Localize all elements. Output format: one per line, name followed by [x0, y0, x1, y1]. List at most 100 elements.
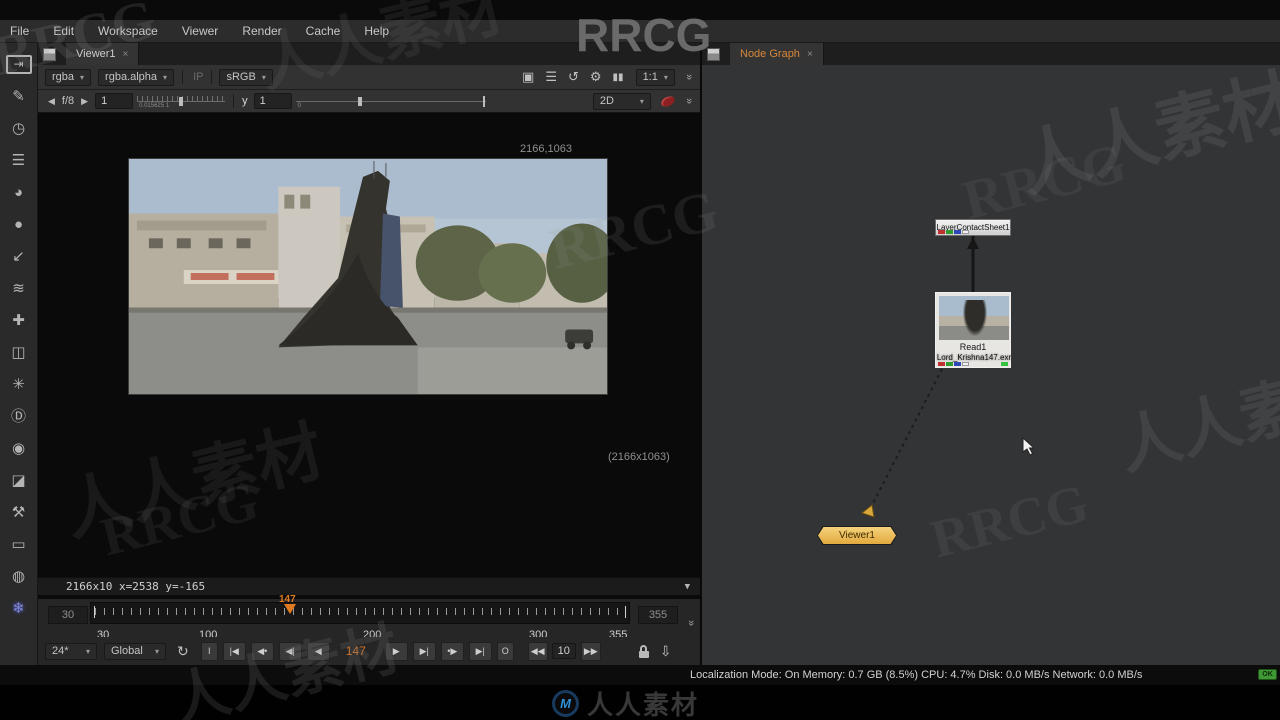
tab-node-graph[interactable]: Node Graph × [730, 43, 824, 65]
collapse-chevron-icon[interactable]: » [683, 74, 695, 80]
image-read-icon[interactable]: ⇥ [5, 55, 32, 74]
tab-viewer1[interactable]: Viewer1 × [66, 43, 140, 65]
merge-icon[interactable]: ≋ [6, 279, 32, 298]
node-label: Viewer1 [839, 530, 875, 541]
pane-menu-icon[interactable] [43, 47, 56, 61]
gamma-input[interactable]: 1 [253, 93, 292, 109]
channels-dropdown[interactable]: rgba ▾ [45, 68, 92, 86]
chevron-down-icon: ▾ [261, 72, 266, 82]
play-forward-button[interactable]: ▶ [384, 641, 408, 661]
views-icon[interactable]: ◉ [6, 439, 32, 458]
viewer-toolbar-top: rgba ▾ rgba.alpha ▾ IP sRGB ▾ ▣ ☰ ↺ ⚙ ▮▮ [38, 65, 700, 90]
step-forward-button[interactable]: ▶| [412, 641, 436, 661]
gamma-slider-handle[interactable] [357, 97, 362, 106]
alpha-channel-dropdown[interactable]: rgba.alpha ▾ [98, 68, 175, 86]
frame-increment-button[interactable]: ▶▶ [580, 641, 601, 661]
range-dropdown[interactable]: Global ▾ [104, 642, 166, 660]
keyer-icon[interactable]: ↙ [6, 247, 32, 266]
deep-icon[interactable]: Ⓓ [6, 407, 32, 426]
fps-dropdown[interactable]: 24* ▾ [45, 642, 97, 660]
zoom-level-dropdown[interactable]: 1:1 ▾ [635, 68, 675, 86]
menu-cache[interactable]: Cache [306, 24, 341, 38]
color-icon[interactable]: ◕ [6, 183, 32, 202]
viewer-toolbar-exposure: ◀ f/8 ▶ 1 0.015625 1 y 1 0 2D ▾ » [38, 90, 700, 113]
roi-icon[interactable] [659, 93, 677, 109]
view-mode-dropdown[interactable]: 2D ▾ [592, 92, 651, 110]
gain-slider-handle[interactable] [179, 97, 184, 106]
ruler-ticks [95, 608, 625, 615]
frame-increment-field[interactable]: 10 [551, 643, 576, 659]
close-icon[interactable]: × [123, 49, 129, 60]
chip-cached [1001, 362, 1008, 366]
play-backward-button[interactable]: ◀ [306, 641, 330, 661]
refresh-icon[interactable]: ↺ [568, 69, 579, 85]
lock-range-icon[interactable] [638, 644, 649, 658]
menu-help[interactable]: Help [364, 24, 389, 38]
pane-menu-icon[interactable] [707, 47, 720, 61]
channel-icon[interactable]: ☰ [6, 151, 32, 170]
playhead-marker[interactable] [284, 604, 296, 614]
colorspace-dropdown[interactable]: sRGB ▾ [219, 68, 273, 86]
menu-edit[interactable]: Edit [53, 24, 74, 38]
node-read1[interactable]: Read1 Lord_Krishna147.exr [935, 292, 1011, 368]
node-viewer1[interactable]: Viewer1 [817, 526, 897, 545]
monitor-out-icon[interactable]: ▣ [522, 69, 534, 85]
other-icon[interactable]: ▭ [6, 535, 32, 554]
layout-rows-icon[interactable]: ☰ [545, 69, 557, 85]
loop-mode-icon[interactable]: ↻ [177, 643, 189, 660]
timeline-chevron-icon[interactable]: » [685, 620, 697, 626]
zoom-level-value: 1:1 [642, 71, 658, 83]
fps-value: 24* [52, 645, 69, 657]
pause-icon[interactable]: ▮▮ [613, 72, 624, 83]
fstop-prev-icon[interactable]: ◀ [48, 96, 55, 107]
alpha-value: rgba.alpha [105, 71, 158, 83]
info-dropdown-icon[interactable]: ▼ [685, 582, 690, 592]
particles-icon[interactable]: ✳ [6, 375, 32, 394]
furnace-icon[interactable]: ◍ [6, 567, 32, 586]
3d-icon[interactable]: ◫ [6, 343, 32, 362]
menu-file[interactable]: File [10, 24, 29, 38]
viewer-viewport[interactable]: 2166,1063 (2166x1063) [38, 113, 700, 623]
fstop-label[interactable]: f/8 [62, 95, 74, 107]
filter-icon[interactable]: ● [6, 215, 32, 234]
timeline-out-field[interactable]: 355 [638, 606, 678, 624]
metadata-icon[interactable]: ◪ [6, 471, 32, 490]
close-icon[interactable]: × [807, 49, 813, 60]
chip-red [938, 362, 945, 366]
transform-icon[interactable]: ✚ [6, 311, 32, 330]
next-keyframe-button[interactable]: •▶ [440, 641, 464, 661]
node-layercontactsheet[interactable]: LayerContactSheet1 [935, 219, 1011, 236]
pixel-info-text: 2166x10 x=2538 y=-165 [66, 580, 206, 593]
tab-node-graph-label: Node Graph [740, 48, 800, 60]
settings-gear-icon[interactable]: ⚙ [590, 69, 602, 85]
node-label: Read1 [959, 342, 987, 352]
goto-end-button[interactable]: ▶| [468, 641, 492, 661]
node-graph-canvas[interactable]: LayerContactSheet1 Read1 Lord_Krishna147… [702, 65, 1280, 665]
goto-start-button[interactable]: |◀ [222, 641, 246, 661]
menu-workspace[interactable]: Workspace [98, 24, 158, 38]
nuke-plugin-logo-icon[interactable]: ❄ [6, 599, 32, 618]
menu-viewer[interactable]: Viewer [182, 24, 218, 38]
step-back-button[interactable]: ◀| [278, 641, 302, 661]
collapse-chevron-icon[interactable]: » [683, 98, 695, 104]
draw-icon[interactable]: ✎ [6, 87, 32, 106]
prev-keyframe-button[interactable]: ◀• [250, 641, 274, 661]
set-in-button[interactable]: I [200, 641, 218, 661]
gain-input[interactable]: 1 [95, 93, 134, 109]
set-out-button[interactable]: O [496, 641, 514, 661]
toolsets-icon[interactable]: ⚒ [6, 503, 32, 522]
chevron-down-icon: ▾ [163, 72, 168, 82]
fstop-next-icon[interactable]: ▶ [81, 96, 88, 107]
frame-decrement-button[interactable]: ◀◀ [527, 641, 548, 661]
node-graph-pane: Node Graph × LayerContactSheet1 Read1 Lo… [702, 43, 1280, 665]
menu-render[interactable]: Render [242, 24, 281, 38]
timeline-in-field[interactable]: 30 [48, 606, 88, 624]
read-thumbnail [939, 296, 1009, 340]
flipbook-render-icon[interactable]: ⇩ [660, 643, 672, 660]
time-icon[interactable]: ◷ [6, 119, 32, 138]
input-process-button[interactable]: IP [193, 71, 203, 83]
timeline-ruler[interactable]: 147 30 100 200 300 355 [90, 594, 630, 641]
gamma-slider[interactable]: 0 [295, 94, 486, 109]
gain-slider[interactable]: 0.015625 1 [137, 94, 226, 109]
current-frame-field[interactable]: 147 [346, 644, 366, 658]
